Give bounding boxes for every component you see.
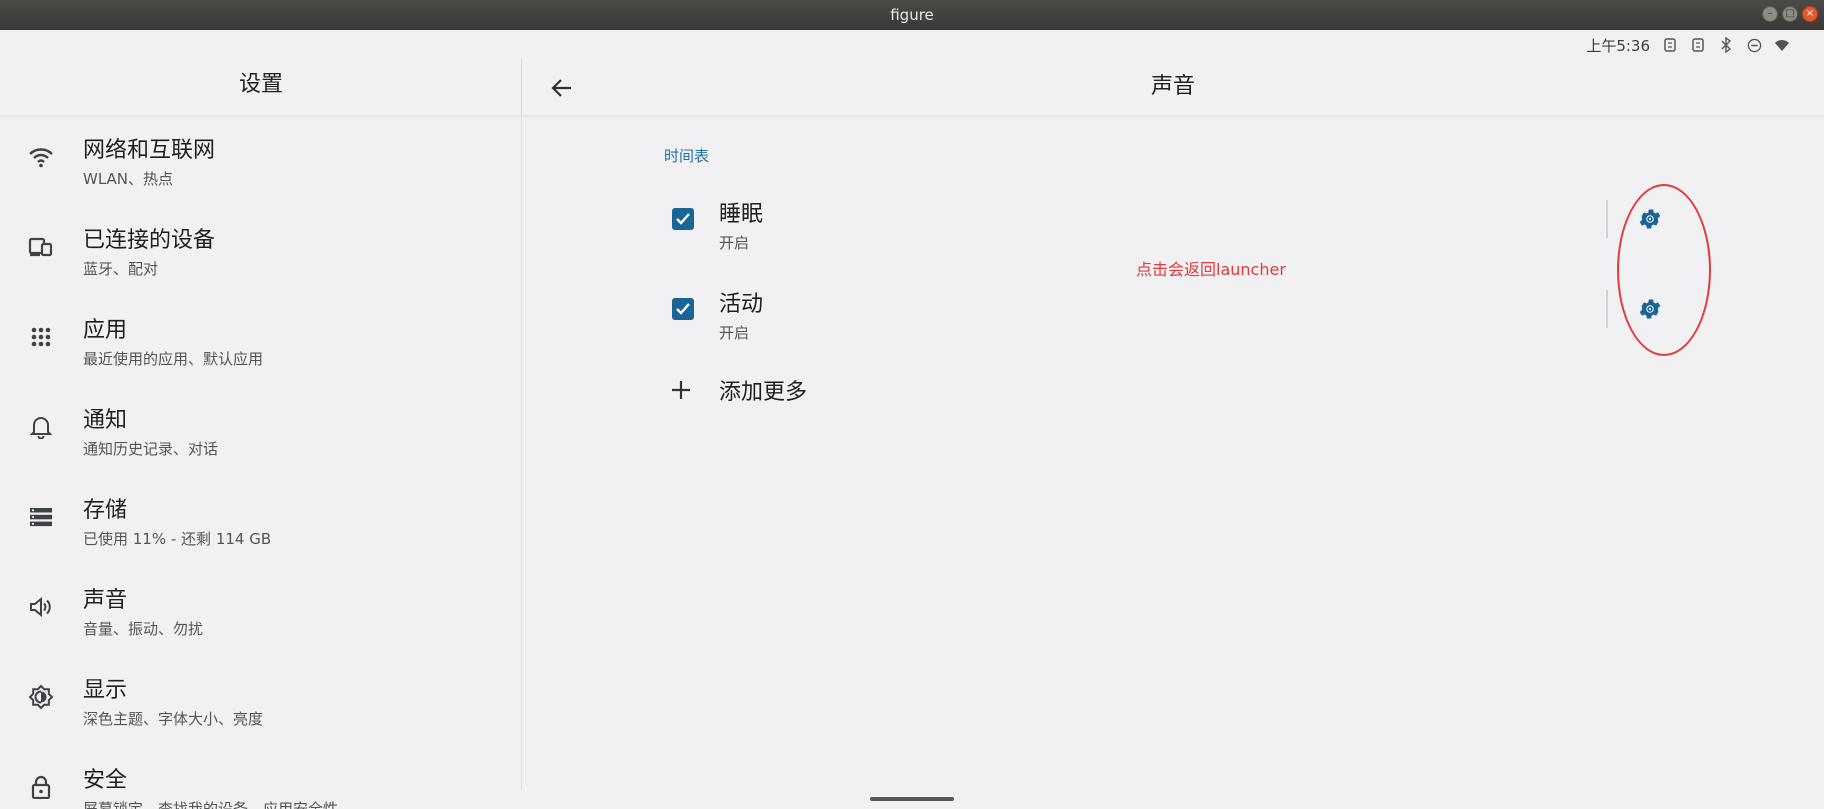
nav-title: 存储 [83,498,128,523]
detail-header: 声音 [522,58,1824,116]
section-label: 时间表 [664,147,710,165]
row-separator [1606,290,1608,328]
nav-title: 显示 [83,678,128,703]
nav-item-sound[interactable]: 声音 音量、振动、勿扰 [0,566,522,656]
nav-subtitle: 屏幕锁定、查找我的设备、应用安全性 [83,800,339,809]
wifi-status-icon [1774,37,1790,53]
window-title: figure [890,6,934,24]
settings-nav-pane: 设置 网络和互联网 WLAN、热点 已连接的设备 蓝牙、配对 应用 最近使用的应… [0,58,522,809]
nav-subtitle: 最近使用的应用、默认应用 [83,350,264,368]
schedule-status: 开启 [719,324,750,342]
minimize-button[interactable]: – [1762,6,1778,22]
nav-title: 已连接的设备 [83,228,216,253]
brightness-icon [26,682,56,712]
nav-title: 通知 [83,408,128,433]
sim-icon [1662,37,1678,53]
row-separator [1606,200,1608,238]
bluetooth-icon [1718,37,1734,53]
checkmark-icon [676,213,690,225]
nav-item-storage[interactable]: 存储 已使用 11% - 还剩 114 GB [0,476,522,566]
window-controls: – □ × [1762,6,1818,22]
close-window-button[interactable]: × [1802,6,1818,22]
schedule-title: 活动 [719,292,764,317]
nav-item-network[interactable]: 网络和互联网 WLAN、热点 [0,116,522,206]
nav-item-connected-devices[interactable]: 已连接的设备 蓝牙、配对 [0,206,522,296]
add-more-button[interactable]: 添加更多 [664,370,1064,410]
settings-nav-title: 设置 [0,58,522,116]
sim-icon-2 [1690,37,1706,53]
home-indicator[interactable] [870,797,954,801]
apps-grid-icon [26,322,56,352]
nav-subtitle: 深色主题、字体大小、亮度 [83,710,264,728]
wifi-icon [26,142,56,172]
annotation-circle [1617,184,1711,356]
nav-title: 网络和互联网 [83,138,216,163]
nav-subtitle: 通知历史记录、对话 [83,440,219,458]
nav-item-notifications[interactable]: 通知 通知历史记录、对话 [0,386,522,476]
nav-subtitle: 音量、振动、勿扰 [83,620,204,638]
schedule-checkbox[interactable] [672,208,694,230]
lock-icon [26,772,56,802]
schedule-checkbox[interactable] [672,298,694,320]
schedule-row-event[interactable]: 活动 开启 [664,280,1704,352]
nav-item-display[interactable]: 显示 深色主题、字体大小、亮度 [0,656,522,746]
nav-item-apps[interactable]: 应用 最近使用的应用、默认应用 [0,296,522,386]
pane-divider [521,58,522,790]
do-not-disturb-icon [1746,37,1762,53]
nav-subtitle: 蓝牙、配对 [83,260,159,278]
storage-icon [26,502,56,532]
page-title: 声音 [1150,74,1195,99]
nav-title: 应用 [83,318,128,343]
nav-title: 声音 [83,588,128,613]
status-time: 上午5:36 [1586,36,1650,55]
annotation-text: 点击会返回launcher [1136,260,1286,279]
window-titlebar: figure – □ × [0,0,1824,30]
plus-icon [666,375,696,405]
maximize-button[interactable]: □ [1782,6,1798,22]
checkmark-icon [676,303,690,315]
nav-title: 安全 [83,768,128,793]
schedule-row-sleep[interactable]: 睡眠 开启 [664,190,1704,262]
schedule-title: 睡眠 [719,202,764,227]
devices-icon [26,232,56,262]
status-bar: 上午5:36 [1586,34,1790,56]
speaker-icon [26,592,56,622]
nav-subtitle: WLAN、热点 [83,170,174,188]
add-more-label: 添加更多 [719,380,808,405]
nav-item-security[interactable]: 安全 屏幕锁定、查找我的设备、应用安全性 [0,746,522,809]
bell-icon [26,412,56,442]
nav-subtitle: 已使用 11% - 还剩 114 GB [83,530,272,548]
schedule-status: 开启 [719,234,750,252]
